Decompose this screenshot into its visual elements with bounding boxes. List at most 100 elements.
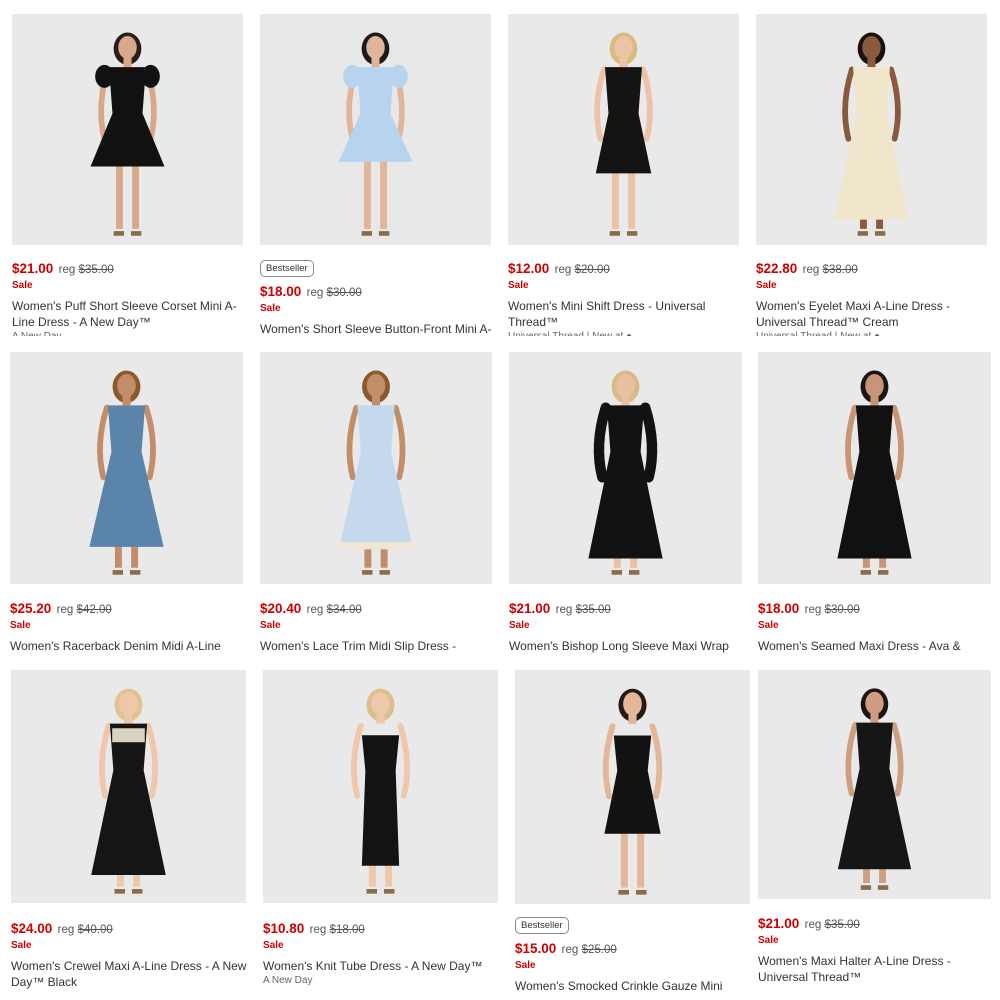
product-brand[interactable]: A New Day: [12, 330, 244, 336]
product-title[interactable]: Women's Smocked Crinkle Gauze Mini: [515, 978, 751, 994]
reg-label: reg: [58, 264, 76, 276]
product-card[interactable]: Bestseller $15.00 reg $25.00 Sale Women'…: [515, 670, 751, 1000]
product-image[interactable]: [11, 670, 246, 903]
model-face: [623, 692, 642, 716]
reg-label: reg: [306, 287, 324, 299]
product-image[interactable]: [756, 14, 987, 245]
model-face: [118, 35, 137, 60]
model-arm-left: [97, 404, 110, 481]
model-photo: [837, 688, 912, 890]
product-title[interactable]: Women's Maxi Halter A-Line Dress - Unive…: [758, 953, 992, 985]
product-card[interactable]: $25.20 reg $42.00 Sale Women's Racerback…: [10, 352, 244, 657]
product-title[interactable]: Women's Bishop Long Sleeve Maxi Wrap: [509, 638, 743, 654]
model-shoe-left: [857, 231, 869, 236]
sale-label: Sale: [758, 620, 779, 631]
reg-label: reg: [554, 264, 572, 276]
reg-label: reg: [804, 919, 822, 931]
product-title[interactable]: Women's Puff Short Sleeve Corset Mini A-…: [12, 298, 244, 330]
reg-label: reg: [57, 924, 75, 936]
model-shoe-left: [361, 231, 373, 236]
product-image[interactable]: [508, 14, 739, 245]
product-card[interactable]: $18.00 reg $30.00 Sale Women's Seamed Ma…: [758, 352, 992, 657]
regular-price: $18.00: [329, 924, 365, 936]
product-card[interactable]: Bestseller $18.00 reg $30.00 Sale Women'…: [260, 14, 492, 339]
model-arm-right: [145, 723, 159, 799]
model-shoe-left: [112, 570, 124, 575]
product-title[interactable]: Women's Knit Tube Dress - A New Day™: [263, 958, 499, 974]
model-shoe-right: [874, 231, 886, 236]
model-face: [865, 374, 884, 398]
model-shoe-left: [618, 889, 629, 895]
regular-price: $38.00: [822, 264, 858, 276]
model-arm-left: [602, 723, 616, 800]
model-shoe-left: [609, 231, 621, 236]
product-title[interactable]: Women's Racerback Denim Midi A-Line: [10, 638, 244, 654]
model-arm-left: [593, 402, 611, 483]
product-image[interactable]: [263, 670, 498, 903]
sale-label: Sale: [10, 620, 31, 631]
product-image[interactable]: [10, 352, 243, 584]
model-leg-right: [637, 829, 645, 888]
product-card[interactable]: $21.00 reg $35.00 Sale Women's Maxi Halt…: [758, 670, 992, 1000]
regular-price: $30.00: [824, 604, 860, 616]
product-brand[interactable]: Universal Thread | New at ●: [508, 330, 740, 336]
sale-label: Sale: [508, 280, 529, 291]
regular-price: $35.00: [824, 919, 860, 931]
model-arm-right: [891, 722, 904, 797]
bestseller-badge: Bestseller: [260, 260, 314, 277]
model-arm-left: [845, 404, 858, 481]
sale-label: Sale: [12, 280, 33, 291]
sale-price: $25.20: [10, 601, 52, 616]
product-image[interactable]: [260, 14, 491, 245]
product-card[interactable]: $24.00 reg $40.00 Sale Women's Crewel Ma…: [11, 670, 247, 1000]
model-arm-right: [143, 404, 156, 481]
sale-price: $12.00: [508, 261, 550, 276]
sale-label: Sale: [756, 280, 777, 291]
product-image[interactable]: [12, 14, 243, 245]
product-title[interactable]: Women's Seamed Maxi Dress - Ava & Viv™: [758, 638, 992, 654]
product-card[interactable]: $22.80 reg $38.00 Sale Women's Eyelet Ma…: [756, 14, 988, 339]
product-brand[interactable]: A New Day: [263, 974, 499, 988]
model-shoe-right: [626, 231, 638, 236]
model-lace-trim: [338, 542, 414, 550]
product-image[interactable]: [260, 352, 492, 584]
sale-label: Sale: [758, 935, 779, 946]
model-shoe-left: [366, 889, 378, 894]
model-shoe-left: [362, 570, 373, 575]
model-face: [117, 374, 136, 398]
model-shoe-right: [628, 570, 640, 575]
sale-price: $22.80: [756, 261, 798, 276]
model-shoe-right: [379, 570, 390, 575]
product-title[interactable]: Women's Lace Trim Midi Slip Dress - Futu…: [260, 638, 494, 654]
product-brand[interactable]: Universal Thread | New at ●: [756, 330, 988, 336]
product-title[interactable]: Women's Short Sleeve Button-Front Mini A…: [260, 321, 492, 337]
model-face: [865, 691, 884, 715]
model-face: [371, 692, 390, 716]
model-dress: [595, 67, 652, 174]
product-card[interactable]: $20.40 reg $34.00 Sale Women's Lace Trim…: [260, 352, 494, 657]
product-image[interactable]: [515, 670, 750, 904]
product-image[interactable]: [758, 670, 991, 899]
product-card[interactable]: $10.80 reg $18.00 Sale Women's Knit Tube…: [263, 670, 499, 1000]
model-leg-right: [132, 161, 140, 229]
model-shoe-right: [636, 889, 647, 895]
model-photo: [338, 32, 413, 236]
model-arm-right: [640, 402, 658, 483]
product-card[interactable]: $12.00 reg $20.00 Sale Women's Mini Shif…: [508, 14, 740, 339]
product-title[interactable]: Women's Eyelet Maxi A-Line Dress - Unive…: [756, 298, 988, 330]
model-shoe-left: [113, 231, 125, 236]
model-shoe-right: [877, 570, 889, 575]
product-title[interactable]: Women's Crewel Maxi A-Line Dress - A New…: [11, 958, 247, 990]
model-leg-left: [363, 157, 371, 229]
product-card[interactable]: $21.00 reg $35.00 Sale Women's Puff Shor…: [12, 14, 244, 339]
model-photo: [834, 32, 909, 236]
product-image[interactable]: [509, 352, 742, 584]
sale-price: $18.00: [260, 284, 302, 299]
model-arm-right: [640, 66, 653, 142]
model-photo: [350, 688, 411, 894]
product-title[interactable]: Women's Mini Shift Dress - Universal Thr…: [508, 298, 740, 330]
product-card[interactable]: $21.00 reg $35.00 Sale Women's Bishop Lo…: [509, 352, 743, 657]
model-arm-left: [350, 723, 364, 799]
regular-price: $25.00: [581, 944, 617, 956]
product-image[interactable]: [758, 352, 991, 584]
